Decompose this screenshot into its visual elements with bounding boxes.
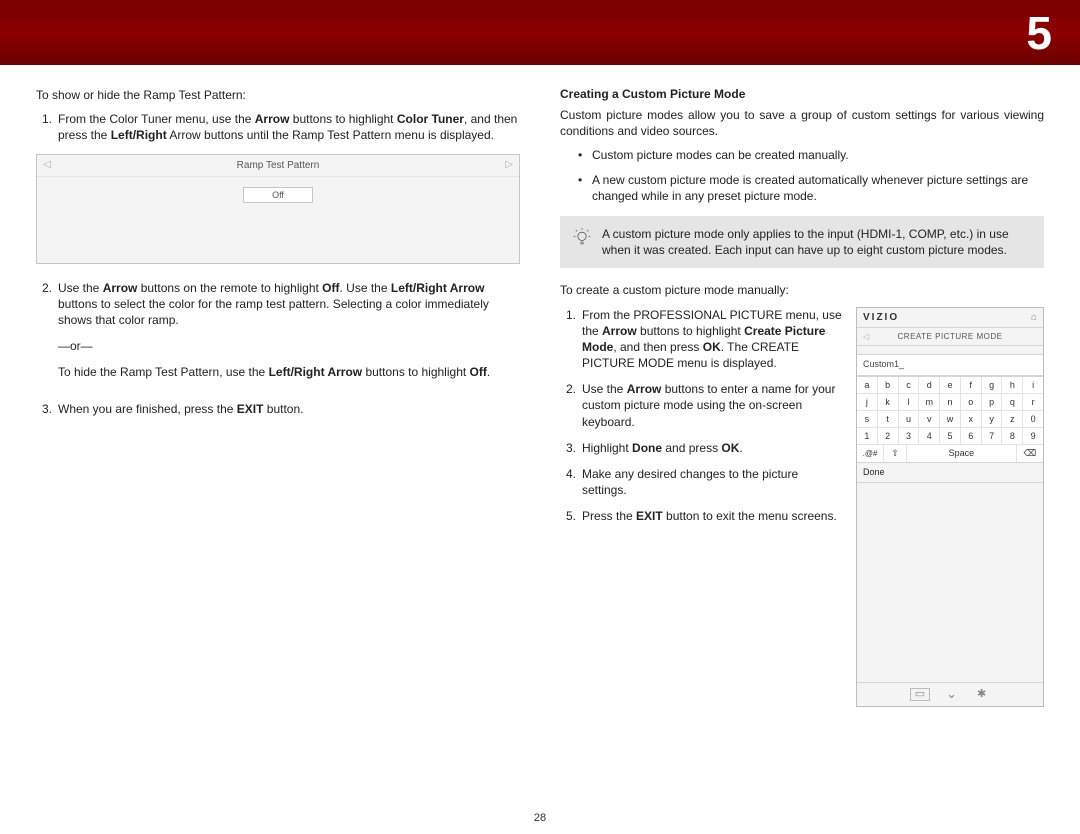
keyboard-key[interactable]: n [940,394,961,411]
keyboard-key[interactable]: 3 [899,428,920,445]
keyboard-key[interactable]: d [919,377,940,394]
keyboard-key[interactable]: v [919,411,940,428]
right-intro2: To create a custom picture mode manually… [560,282,1044,298]
left-step-3: 3. When you are finished, press the EXIT… [36,401,520,417]
keyboard-key[interactable]: 6 [961,428,982,445]
keyboard-key[interactable]: a [857,377,878,394]
keyboard-key[interactable]: 8 [1002,428,1023,445]
keyboard-done-button[interactable]: Done [857,463,1043,483]
right-step-2: 2. Use the Arrow buttons to enter a name… [560,381,842,430]
right-intro: Custom picture modes allow you to save a… [560,107,1044,139]
keyboard-key[interactable]: e [940,377,961,394]
keyboard-key[interactable]: 4 [919,428,940,445]
keyboard-key[interactable]: q [1002,394,1023,411]
keyboard-key[interactable]: j [857,394,878,411]
vizio-create-picture-mode-panel: VIZIO ⌂ ◁ CREATE PICTURE MODE Custom1_ a… [856,307,1044,707]
left-column: To show or hide the Ramp Test Pattern: 1… [36,87,520,707]
right-step-4: 4. Make any desired changes to the pictu… [560,466,842,498]
right-heading: Creating a Custom Picture Mode [560,87,1044,101]
keyboard-key[interactable]: g [982,377,1003,394]
keyboard-key[interactable]: k [878,394,899,411]
keyboard-key[interactable]: b [878,377,899,394]
left-step-1: 1. From the Color Tuner menu, use the Ar… [36,111,520,143]
onscreen-keyboard: abcdefghi jklmnopqr stuvwxyz0 123456789 … [857,376,1043,463]
triangle-left-icon[interactable]: ◁ [43,159,51,170]
ramp-value-pill[interactable]: Off [243,187,313,203]
right-step-5: 5. Press the EXIT button to exit the men… [560,508,842,524]
right-step-3: 3. Highlight Done and press OK. [560,440,842,456]
ramp-title: Ramp Test Pattern [237,160,320,171]
chevron-down-icon[interactable]: ⌄ [946,686,957,702]
keyboard-key[interactable]: 1 [857,428,878,445]
keyboard-key[interactable]: 7 [982,428,1003,445]
picture-mode-name-field[interactable]: Custom1_ [857,354,1043,376]
wide-icon[interactable]: ▭ [910,688,930,701]
keyboard-key[interactable]: r [1023,394,1043,411]
right-step-1: 1. From the PROFESSIONAL PICTURE menu, u… [560,307,842,372]
lightbulb-icon [572,228,592,248]
tip-text: A custom picture mode only applies to th… [602,226,1032,258]
keyboard-key[interactable]: y [982,411,1003,428]
chapter-banner: 5 [0,0,1080,65]
vizio-header: VIZIO ⌂ [857,308,1043,328]
keyboard-space-key[interactable]: Space [907,445,1017,462]
keyboard-key[interactable]: f [961,377,982,394]
page-number: 28 [0,812,1080,824]
vizio-logo: VIZIO [863,312,899,323]
vizio-subheader: ◁ CREATE PICTURE MODE [857,328,1043,346]
bullet-1: Custom picture modes can be created manu… [560,147,1044,163]
keyboard-backspace-key[interactable]: ⌫ [1017,445,1043,462]
keyboard-key[interactable]: p [982,394,1003,411]
keyboard-key[interactable]: c [899,377,920,394]
keyboard-key[interactable]: o [961,394,982,411]
left-intro: To show or hide the Ramp Test Pattern: [36,87,520,103]
keyboard-key[interactable]: t [878,411,899,428]
keyboard-key[interactable]: 9 [1023,428,1043,445]
tip-callout: A custom picture mode only applies to th… [560,216,1044,268]
keyboard-key[interactable]: h [1002,377,1023,394]
keyboard-key[interactable]: 5 [940,428,961,445]
chapter-number: 5 [1026,6,1052,60]
ramp-title-row: ◁ Ramp Test Pattern ▷ [37,155,519,177]
home-icon[interactable]: ⌂ [1031,312,1037,323]
keyboard-key[interactable]: 2 [878,428,899,445]
triangle-left-icon[interactable]: ◁ [863,332,870,341]
keyboard-shift-key[interactable]: ⇧ [884,445,907,462]
left-step-2: 2. Use the Arrow buttons on the remote t… [36,280,520,391]
keyboard-key[interactable]: s [857,411,878,428]
right-column: Creating a Custom Picture Mode Custom pi… [560,87,1044,707]
keyboard-key[interactable]: w [940,411,961,428]
keyboard-key[interactable]: m [919,394,940,411]
triangle-right-icon[interactable]: ▷ [505,159,513,170]
keyboard-key[interactable]: z [1002,411,1023,428]
keyboard-key[interactable]: x [961,411,982,428]
bullet-2: A new custom picture mode is created aut… [560,172,1044,204]
keyboard-key[interactable]: l [899,394,920,411]
keyboard-key[interactable]: u [899,411,920,428]
vizio-bottom-bar: ▭ ⌄ ✱ [857,682,1043,706]
ramp-test-pattern-panel: ◁ Ramp Test Pattern ▷ Off [36,154,520,264]
keyboard-key[interactable]: i [1023,377,1043,394]
keyboard-symbols-key[interactable]: .@# [857,445,884,462]
gear-icon[interactable]: ✱ [973,688,990,701]
keyboard-key[interactable]: 0 [1023,411,1043,428]
